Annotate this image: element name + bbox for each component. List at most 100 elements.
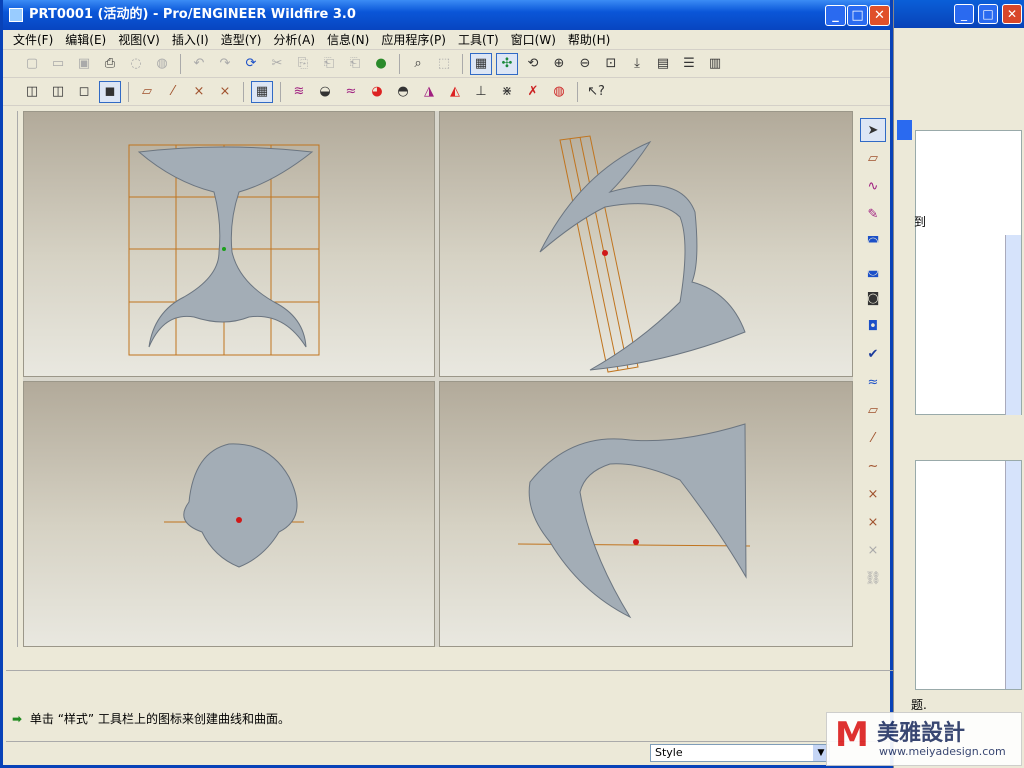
iso-surface xyxy=(528,423,747,619)
delete-analysis-icon[interactable]: ✗ xyxy=(522,81,544,103)
menu-help[interactable]: 帮助(H) xyxy=(562,31,616,48)
csys-icon[interactable]: ⨯ xyxy=(860,510,886,534)
window-title: PRT0001 (活动的) - Pro/ENGINEER Wildfire 3.… xyxy=(29,7,356,22)
viewport-side[interactable] xyxy=(439,111,853,377)
select-box-icon[interactable]: ⬚ xyxy=(433,53,455,75)
connect-surface-icon[interactable]: ◛ xyxy=(860,258,886,282)
close-button[interactable]: ✕ xyxy=(869,5,890,26)
curvature-icon[interactable]: ≋ xyxy=(288,81,310,103)
reflection-icon[interactable]: ◓ xyxy=(392,81,414,103)
create-curve-icon[interactable]: ∿ xyxy=(860,174,886,198)
bg-scrollbar[interactable] xyxy=(1005,235,1021,415)
active-plane-icon[interactable]: ▱ xyxy=(860,146,886,170)
menu-window[interactable]: 窗口(W) xyxy=(505,31,562,48)
datum-points-icon[interactable]: × xyxy=(188,81,210,103)
link-icon[interactable]: ⛓ xyxy=(860,566,886,590)
zoom-out-icon[interactable]: ⊖ xyxy=(574,53,596,75)
curve-analysis-icon[interactable]: ≈ xyxy=(860,370,886,394)
saved-views-icon[interactable]: ▤ xyxy=(652,53,674,75)
view-manager-icon[interactable]: ▥ xyxy=(704,53,726,75)
wireframe-icon[interactable]: ◫ xyxy=(21,81,43,103)
send-icon[interactable]: ◌ xyxy=(125,53,147,75)
sketch-curve-icon[interactable]: ∼ xyxy=(860,454,886,478)
menu-analysis[interactable]: 分析(A) xyxy=(267,31,321,48)
layers-icon[interactable]: ☰ xyxy=(678,53,700,75)
context-help-icon[interactable]: ↖? xyxy=(585,81,607,103)
datum-axes-icon[interactable]: ⁄ xyxy=(162,81,184,103)
menu-edit[interactable]: 编辑(E) xyxy=(59,31,112,48)
regenerate-icon[interactable]: ⟳ xyxy=(240,53,262,75)
cut-icon[interactable]: ✂ xyxy=(266,53,288,75)
edit-surface-icon[interactable]: ◘ xyxy=(860,314,886,338)
offset-icon[interactable]: ≈ xyxy=(340,81,362,103)
plane-icon[interactable]: ▱ xyxy=(860,398,886,422)
viewport-front[interactable] xyxy=(23,111,435,377)
shading-icon[interactable]: ◼ xyxy=(99,80,121,103)
filter-combo[interactable]: Style ▼ xyxy=(650,744,830,762)
gaussian-icon[interactable]: ◕ xyxy=(366,81,388,103)
menu-applications[interactable]: 应用程序(P) xyxy=(375,31,452,48)
front-origin-marker xyxy=(222,247,226,251)
hidden-line-icon[interactable]: ◫ xyxy=(47,81,69,103)
message-arrow-icon: ➡ xyxy=(12,712,23,726)
print-icon[interactable]: ⎙ xyxy=(99,53,121,75)
copy-icon[interactable]: ⎘ xyxy=(292,53,314,75)
deviation-icon[interactable]: ⋇ xyxy=(496,81,518,103)
top-origin-marker xyxy=(236,517,242,523)
section-icon[interactable]: ◒ xyxy=(314,81,336,103)
reorient-icon[interactable]: ⤓ xyxy=(626,53,648,75)
watermark-logo: M 美雅設計 www.meiyadesign.com xyxy=(826,712,1022,766)
email-icon[interactable]: ◍ xyxy=(151,53,173,75)
bg-minimize-button[interactable]: _ xyxy=(954,4,974,24)
new-icon[interactable]: ▢ xyxy=(21,53,43,75)
bg-panel-area-2 xyxy=(915,460,1022,690)
menu-view[interactable]: 视图(V) xyxy=(112,31,166,48)
menu-tools[interactable]: 工具(T) xyxy=(452,31,505,48)
save-icon[interactable]: ▣ xyxy=(73,53,95,75)
redo-icon[interactable]: ↷ xyxy=(214,53,236,75)
bg-scrollbar-2[interactable] xyxy=(1005,461,1021,689)
viewport-iso[interactable] xyxy=(439,381,853,647)
no-hidden-icon[interactable]: ◻ xyxy=(73,81,95,103)
hide-analysis-icon[interactable]: ◍ xyxy=(548,81,570,103)
coord-sys-icon[interactable]: ⨯ xyxy=(214,81,236,103)
trim-surface-icon[interactable]: ◙ xyxy=(860,286,886,310)
viewport-top[interactable] xyxy=(23,381,435,647)
title-bar: PRT0001 (活动的) - Pro/ENGINEER Wildfire 3.… xyxy=(3,0,890,30)
menu-style[interactable]: 造型(Y) xyxy=(215,31,268,48)
datum-planes-icon[interactable]: ▱ xyxy=(136,81,158,103)
left-splitter[interactable] xyxy=(6,111,18,647)
dihedral-icon[interactable]: ⊥ xyxy=(470,81,492,103)
bg-close-button[interactable]: ✕ xyxy=(1002,4,1022,24)
done-check-icon[interactable]: ✔ xyxy=(860,342,886,366)
menu-file[interactable]: 文件(F) xyxy=(7,31,59,48)
style-toggle-icon[interactable]: ▦ xyxy=(251,80,273,103)
point-icon[interactable]: × xyxy=(860,482,886,506)
menu-info[interactable]: 信息(N) xyxy=(321,31,375,48)
axis-icon[interactable]: ⁄ xyxy=(860,426,886,450)
side-surface xyxy=(539,140,746,371)
graphics-area[interactable] xyxy=(23,111,853,647)
iso-origin-marker xyxy=(633,539,639,545)
maximize-button[interactable]: □ xyxy=(847,5,868,26)
draft-icon[interactable]: ◮ xyxy=(418,81,440,103)
open-icon[interactable]: ▭ xyxy=(47,53,69,75)
slope-icon[interactable]: ◭ xyxy=(444,81,466,103)
zoom-in-icon[interactable]: ⊕ xyxy=(548,53,570,75)
undo-icon[interactable]: ↶ xyxy=(188,53,210,75)
paste-icon[interactable]: ⎗ xyxy=(318,53,340,75)
menu-insert[interactable]: 插入(I) xyxy=(166,31,215,48)
create-surface-icon[interactable]: ◚ xyxy=(860,230,886,254)
model-tree-icon[interactable]: ● xyxy=(370,53,392,75)
orient-icon[interactable]: ⟲ xyxy=(522,53,544,75)
paste-special-icon[interactable]: ⎗ xyxy=(344,53,366,75)
refit-icon[interactable]: ⊡ xyxy=(600,53,622,75)
edit-curve-icon[interactable]: ✎ xyxy=(860,202,886,226)
find-icon[interactable]: ⌕ xyxy=(407,53,429,75)
bg-maximize-button[interactable]: □ xyxy=(978,4,998,24)
analysis-feature-icon[interactable]: ⨯ xyxy=(860,538,886,562)
select-arrow-icon[interactable]: ➤ xyxy=(860,118,886,142)
spin-center-icon[interactable]: ✣ xyxy=(496,52,518,75)
repaint-icon[interactable]: ▦ xyxy=(470,52,492,75)
minimize-button[interactable]: _ xyxy=(825,5,846,26)
